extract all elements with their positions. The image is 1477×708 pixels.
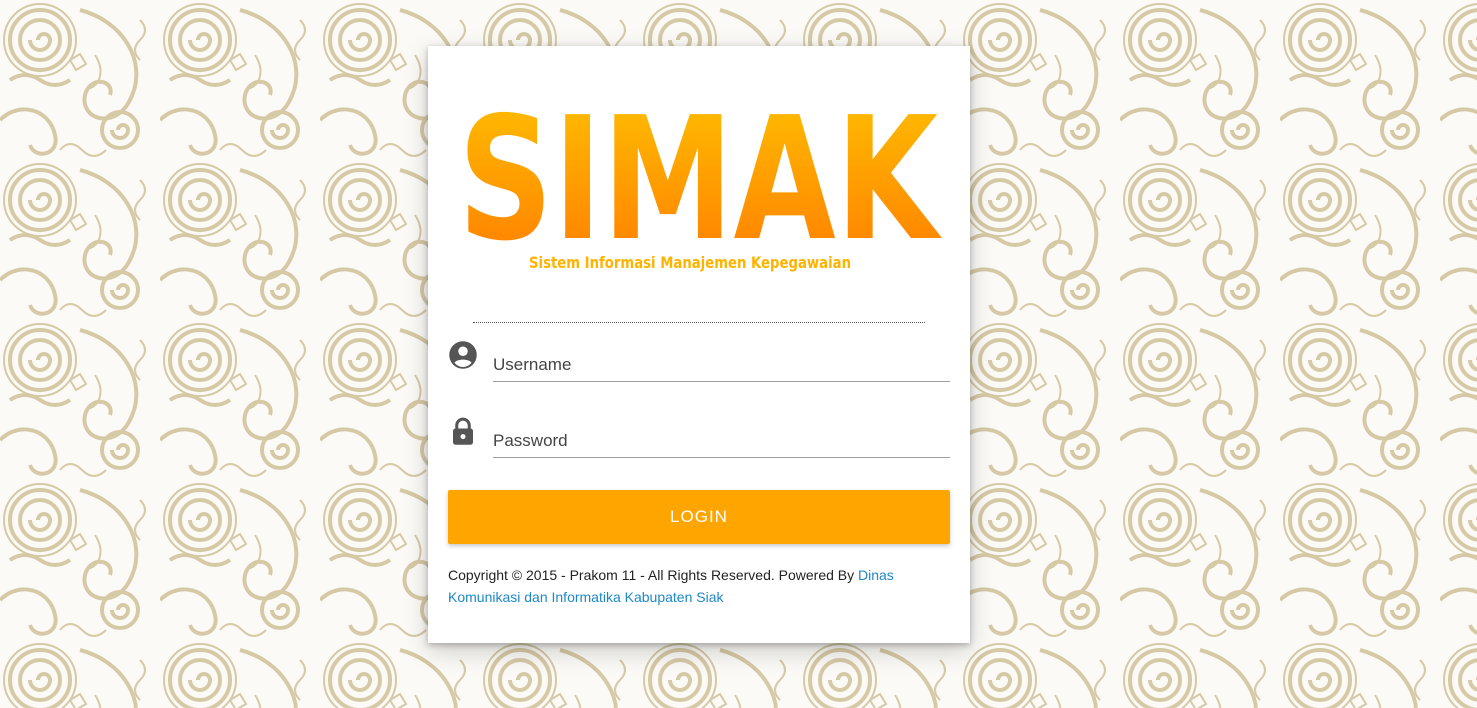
username-input[interactable]: [493, 348, 950, 382]
username-field: [448, 338, 950, 388]
divider: [473, 322, 925, 323]
account-circle-icon: [449, 341, 477, 369]
simak-logo: SIMAK Sistem Informasi Manajemen Kepegaw…: [458, 81, 942, 279]
password-input[interactable]: [493, 424, 950, 458]
login-card: SIMAK Sistem Informasi Manajemen Kepegaw…: [428, 46, 970, 643]
logo-subtitle: Sistem Informasi Manajemen Kepegawaian: [529, 253, 851, 272]
footer-copyright: Copyright © 2015 - Prakom 11 - All Right…: [448, 564, 928, 608]
logo-title: SIMAK: [458, 81, 942, 279]
lock-icon: [453, 417, 473, 445]
copyright-text: Copyright © 2015 - Prakom 11 - All Right…: [448, 567, 859, 583]
login-button[interactable]: LOGIN: [448, 490, 950, 544]
password-field: [448, 414, 950, 464]
